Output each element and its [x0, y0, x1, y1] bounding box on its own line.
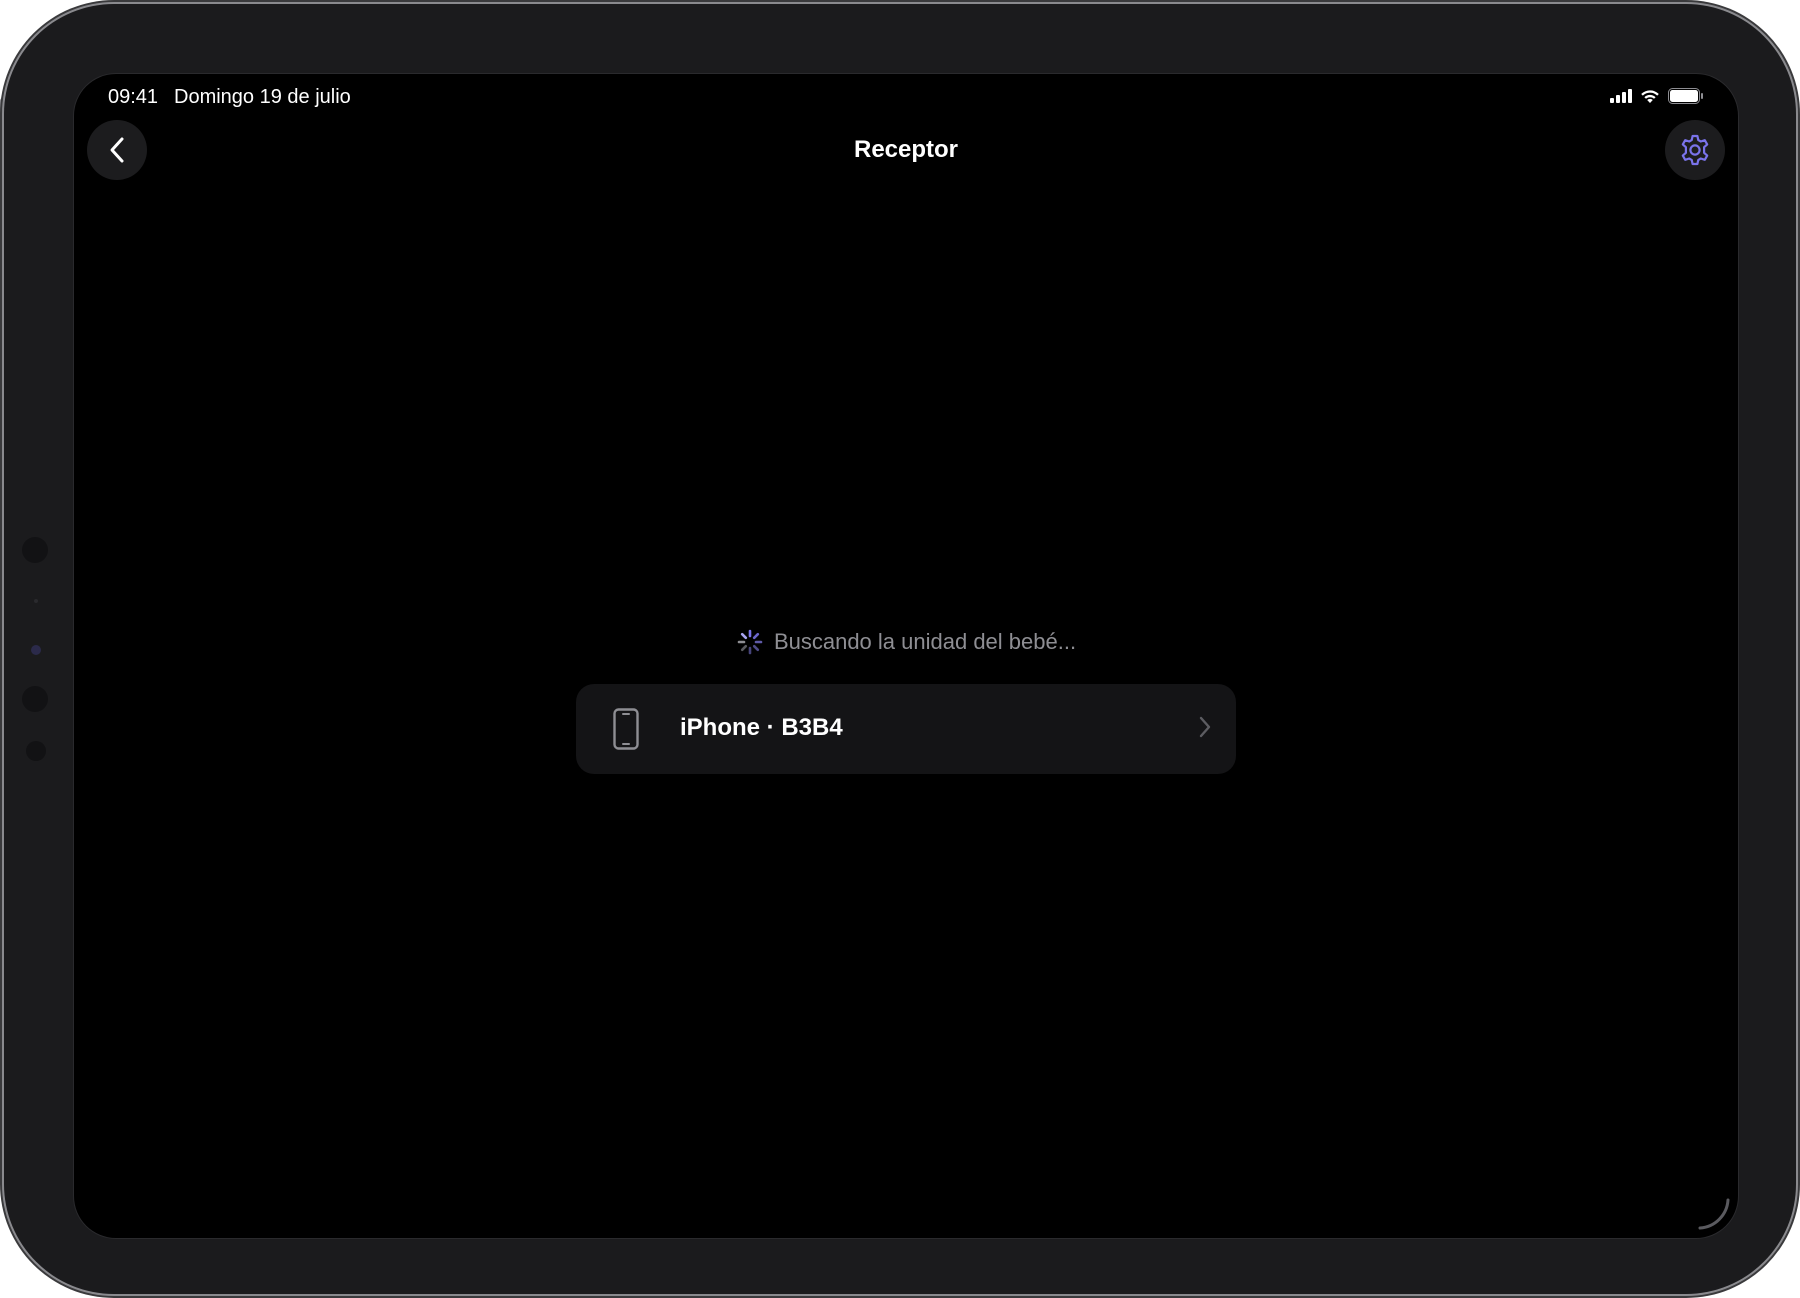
chevron-right-icon	[1199, 716, 1211, 738]
searching-text: Buscando la unidad del bebé...	[773, 629, 1077, 654]
ipad-device-frame: 09:41 Domingo 19 de julio Receptor Busca…	[4, 4, 1796, 1294]
home-indicator	[1698, 1198, 1730, 1230]
device-list-item[interactable]: iPhone · B3B4	[576, 684, 1236, 774]
gear-icon	[1681, 134, 1709, 166]
activity-spinner-icon	[737, 629, 763, 655]
camera-sensor	[22, 537, 48, 563]
battery-icon	[1668, 88, 1703, 104]
camera-sensor	[34, 599, 38, 603]
device-name: iPhone · B3B4	[680, 714, 843, 741]
settings-button[interactable]	[1665, 120, 1725, 180]
iphone-icon	[613, 708, 639, 750]
wifi-icon	[1641, 89, 1659, 103]
page-title: Receptor	[853, 136, 959, 163]
status-date: Domingo 19 de julio	[174, 86, 351, 108]
camera-sensor	[22, 686, 48, 712]
status-icons	[1610, 88, 1704, 104]
status-time: 09:41	[108, 86, 159, 108]
cellular-signal-icon	[1610, 89, 1632, 103]
status-bar: 09:41 Domingo 19 de julio	[74, 74, 1738, 120]
front-camera	[31, 645, 41, 655]
camera-sensor	[26, 741, 46, 761]
searching-status: Buscando la unidad del bebé...	[74, 628, 1738, 656]
screen: 09:41 Domingo 19 de julio Receptor Busca…	[74, 74, 1738, 1238]
